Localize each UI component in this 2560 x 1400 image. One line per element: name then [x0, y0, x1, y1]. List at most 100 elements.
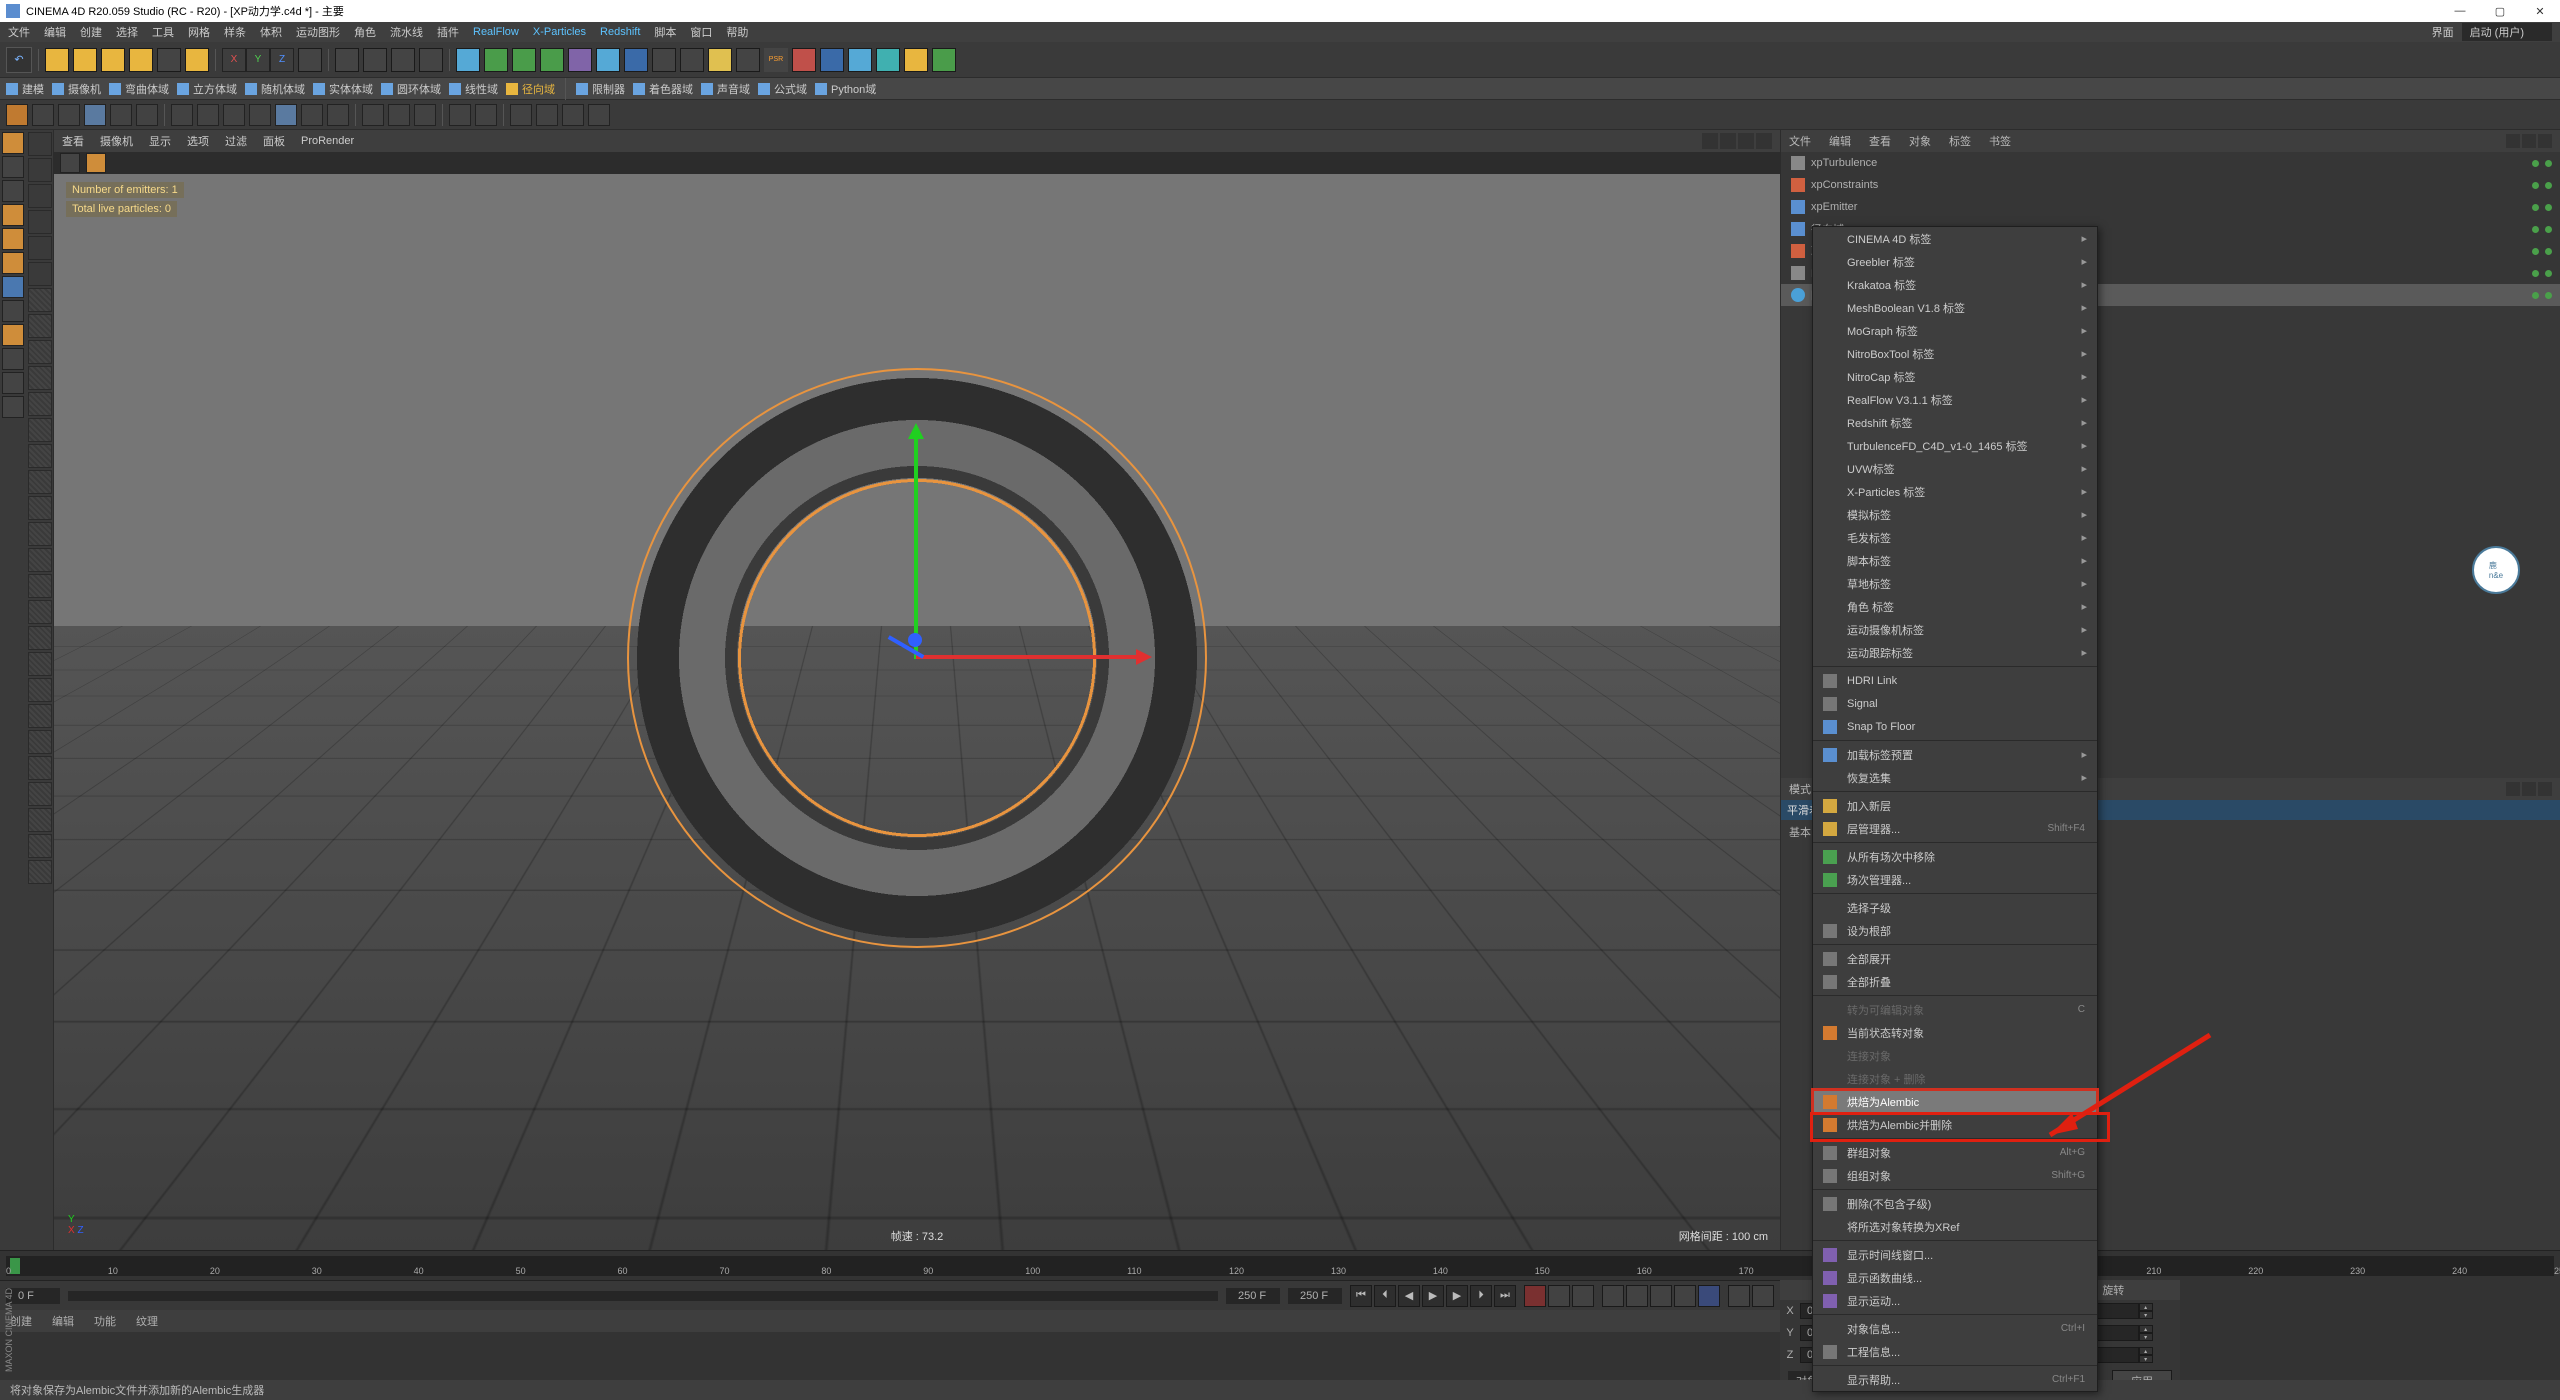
menu-mograph[interactable]: 运动图形: [296, 24, 340, 40]
axis-mode[interactable]: [2, 276, 24, 298]
magnet-1[interactable]: [2, 348, 24, 370]
ctx-item-43[interactable]: 烘焙为Alembic: [1813, 1090, 2097, 1113]
ctx-item-11[interactable]: X-Particles 标签: [1813, 480, 2097, 503]
snap-18[interactable]: [475, 104, 497, 126]
ctx-item-47[interactable]: 组组对象Shift+G: [1813, 1164, 2097, 1187]
snap-15[interactable]: [388, 104, 410, 126]
render-region[interactable]: [363, 48, 387, 72]
lx-27[interactable]: [28, 808, 52, 832]
lx-20[interactable]: [28, 626, 52, 650]
snap-4[interactable]: [84, 104, 106, 126]
keyframe-sel[interactable]: [1572, 1285, 1594, 1307]
ctx-item-44[interactable]: 烘焙为Alembic并删除: [1813, 1113, 2097, 1136]
snap-21[interactable]: [562, 104, 584, 126]
lx-24[interactable]: [28, 730, 52, 754]
psr-button[interactable]: PSR: [764, 48, 788, 72]
snap-19[interactable]: [510, 104, 532, 126]
key-pla[interactable]: [1698, 1285, 1720, 1307]
ctx-item-9[interactable]: TurbulenceFD_C4D_v1-0_1465 标签: [1813, 434, 2097, 457]
vp-menu-options[interactable]: 选项: [187, 133, 209, 149]
tool-radial-field[interactable]: 径向域: [506, 81, 555, 97]
texture-mode[interactable]: [2, 156, 24, 178]
environment[interactable]: [568, 48, 592, 72]
lx-22[interactable]: [28, 678, 52, 702]
prev-key[interactable]: ⏴: [1374, 1285, 1396, 1307]
axis-x[interactable]: X: [222, 48, 246, 72]
next-key[interactable]: ⏵: [1470, 1285, 1492, 1307]
object-row-2[interactable]: xpEmitter: [1781, 196, 2560, 218]
snap-1[interactable]: [6, 104, 28, 126]
grid-lock[interactable]: [2, 396, 24, 418]
lx-11[interactable]: [28, 392, 52, 416]
hand-icon[interactable]: [904, 48, 928, 72]
context-menu[interactable]: CINEMA 4D 标签Greebler 标签Krakatoa 标签MeshBo…: [1812, 226, 2098, 1392]
lx-10[interactable]: [28, 366, 52, 390]
lx-25[interactable]: [28, 756, 52, 780]
record-key[interactable]: [1524, 1285, 1546, 1307]
om-grid-icon[interactable]: [2522, 134, 2536, 148]
menu-tools[interactable]: 工具: [152, 24, 174, 40]
ctx-item-28[interactable]: 层管理器...Shift+F4: [1813, 817, 2097, 840]
snap-10[interactable]: [249, 104, 271, 126]
tool-torus-field[interactable]: 圆环体域: [381, 81, 441, 97]
ctx-item-10[interactable]: UVW标签: [1813, 457, 2097, 480]
viewport[interactable]: Number of emitters: 1 Total live particl…: [54, 174, 1780, 1250]
frame-end2[interactable]: 250 F: [1288, 1288, 1342, 1304]
ctx-item-37[interactable]: 全部折叠: [1813, 970, 2097, 993]
ctx-item-22[interactable]: Snap To Floor: [1813, 715, 2097, 738]
lx-2[interactable]: [28, 158, 52, 182]
ctx-item-59[interactable]: 显示帮助...Ctrl+F1: [1813, 1368, 2097, 1391]
menu-file[interactable]: 文件: [8, 24, 30, 40]
minimize-button[interactable]: —: [2440, 5, 2480, 18]
locked-tool[interactable]: [185, 48, 209, 72]
menu-mesh[interactable]: 网格: [188, 24, 210, 40]
ctx-item-31[interactable]: 场次管理器...: [1813, 868, 2097, 891]
ctx-item-14[interactable]: 脚本标签: [1813, 549, 2097, 572]
snap-9[interactable]: [223, 104, 245, 126]
lx-26[interactable]: [28, 782, 52, 806]
menu-create[interactable]: 创建: [80, 24, 102, 40]
tool-random-field[interactable]: 随机体域: [245, 81, 305, 97]
snap-12[interactable]: [301, 104, 323, 126]
ctx-item-0[interactable]: CINEMA 4D 标签: [1813, 227, 2097, 250]
menu-edit[interactable]: 编辑: [44, 24, 66, 40]
snap-16[interactable]: [414, 104, 436, 126]
vis-editor[interactable]: [2532, 160, 2539, 167]
ctx-item-15[interactable]: 草地标签: [1813, 572, 2097, 595]
recent-tool[interactable]: [157, 48, 181, 72]
tool-limit[interactable]: 限制器: [576, 81, 625, 97]
light[interactable]: [624, 48, 648, 72]
om-menu-tags[interactable]: 标签: [1949, 133, 1971, 149]
model-mode[interactable]: [2, 132, 24, 154]
vis-editor[interactable]: [2532, 226, 2539, 233]
ctx-item-54[interactable]: 显示运动...: [1813, 1289, 2097, 1312]
ctx-item-7[interactable]: RealFlow V3.1.1 标签: [1813, 388, 2097, 411]
om-menu-file[interactable]: 文件: [1789, 133, 1811, 149]
lx-17[interactable]: [28, 548, 52, 572]
menu-xparticles[interactable]: X-Particles: [533, 26, 586, 38]
tl-opt1[interactable]: [1728, 1285, 1750, 1307]
spline-primitive[interactable]: [484, 48, 508, 72]
lx-23[interactable]: [28, 704, 52, 728]
ctx-item-12[interactable]: 模拟标签: [1813, 503, 2097, 526]
ctx-item-30[interactable]: 从所有场次中移除: [1813, 845, 2097, 868]
tool-linear-field[interactable]: 线性域: [449, 81, 498, 97]
ctx-item-2[interactable]: Krakatoa 标签: [1813, 273, 2097, 296]
maximize-button[interactable]: ▢: [2480, 5, 2520, 18]
globe-2[interactable]: [848, 48, 872, 72]
menu-script[interactable]: 脚本: [654, 24, 676, 40]
timeline-marker[interactable]: [10, 1258, 20, 1274]
close-button[interactable]: ✕: [2520, 5, 2560, 18]
lx-14[interactable]: [28, 470, 52, 494]
lx-28[interactable]: [28, 834, 52, 858]
lx-21[interactable]: [28, 652, 52, 676]
vis-render[interactable]: [2545, 204, 2552, 211]
volume-obj[interactable]: [736, 48, 760, 72]
lx-15[interactable]: [28, 496, 52, 520]
vp-menu-panel[interactable]: 面板: [263, 133, 285, 149]
vis-render[interactable]: [2545, 270, 2552, 277]
ctx-item-52[interactable]: 显示时间线窗口...: [1813, 1243, 2097, 1266]
key-param[interactable]: [1674, 1285, 1696, 1307]
tool-cube-field[interactable]: 立方体域: [177, 81, 237, 97]
mat-func[interactable]: 功能: [94, 1313, 116, 1329]
